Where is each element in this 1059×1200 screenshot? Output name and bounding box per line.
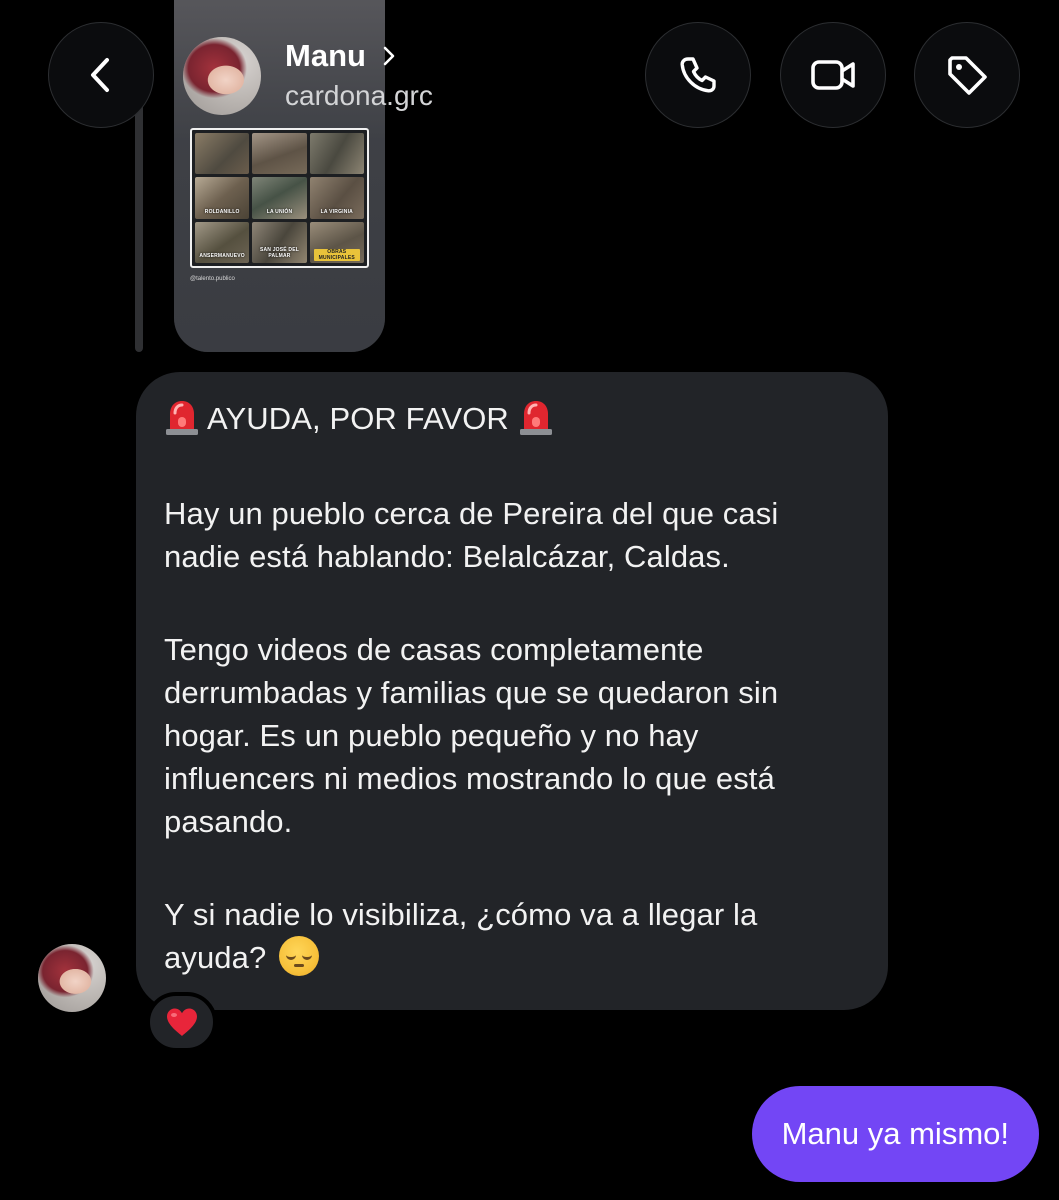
contact-name-link[interactable]: Manu [285,38,398,74]
message-text-line: pasando. [164,804,293,839]
collage-photo: ANSERMANUEVO [195,221,250,263]
message-text-line: Y si nadie lo visibiliza, ¿cómo va a lle… [164,897,758,932]
video-call-button[interactable] [780,22,886,128]
collage-photo [195,133,250,175]
tag-button[interactable] [914,22,1020,128]
sender-avatar[interactable] [38,944,106,1012]
red-heart-icon [166,1008,197,1036]
collage-photo [309,133,364,175]
collage-photo: LA VIRGINIA [309,177,364,219]
collage-caption: LA UNIÓN [266,208,293,215]
message-title-line: AYUDA, POR FAVOR [164,396,858,442]
chevron-left-icon [91,58,109,92]
collage-photo: ROLDANILLO [195,177,250,219]
message-text-line: Tengo videos de casas completamente [164,632,704,667]
message-text-line: Hay un pueblo cerca de Pereira del que c… [164,496,779,531]
siren-emoji-icon [166,401,198,435]
sent-message-bubble[interactable]: Manu ya mismo! [751,1086,1039,1182]
collage-photo: SAN JOSÉ DEL PALMAR [252,221,307,263]
message-text-line: hogar. Es un pueblo pequeño y no hay [164,718,699,753]
received-message-bubble[interactable]: AYUDA, POR FAVOR Hay un pueblo cerca de … [136,372,888,1010]
message-text-line: nadie está hablando: Belalcázar, Caldas. [164,539,730,574]
tag-icon [948,56,987,95]
story-photo-collage: ROLDANILLO LA UNIÓN LA VIRGINIA ANSERMAN… [190,128,369,268]
sent-message-text: Manu ya mismo! [781,1116,1009,1151]
contact-avatar[interactable] [183,37,261,115]
collage-caption: SAN JOSÉ DEL PALMAR [259,246,300,259]
audio-call-button[interactable] [645,22,751,128]
message-text-line-last: ayuda? [164,936,858,979]
profile-photo [183,37,261,115]
collage-photo: LA UNIÓN [252,177,307,219]
contact-name: Manu [285,38,366,73]
message-text: ayuda? [164,940,267,975]
chevron-right-icon [380,45,398,67]
collage-caption: LA VIRGINIA [320,208,353,215]
message-text-line: influencers ni medios mostrando lo que e… [164,761,775,796]
pensive-face-emoji-icon [279,936,320,976]
collage-photo: OBRAS MUNICIPALES [309,221,364,263]
collage-caption: OBRAS MUNICIPALES [313,248,360,261]
message-text-line: derrumbadas y familias que se quedaron s… [164,675,779,710]
collage-photo [252,133,307,175]
video-camera-icon [811,60,855,90]
collage-caption: ROLDANILLO [204,208,240,215]
collage-caption: ANSERMANUEVO [199,252,245,259]
contact-username: cardona.grc [285,80,433,111]
profile-photo [38,944,106,1012]
phone-icon [680,57,716,93]
message-title: AYUDA, POR FAVOR [207,401,509,436]
back-button[interactable] [48,22,154,128]
siren-emoji-icon [519,401,552,435]
heart-reaction[interactable] [146,992,217,1052]
story-handle: @talento.publico [190,276,235,282]
